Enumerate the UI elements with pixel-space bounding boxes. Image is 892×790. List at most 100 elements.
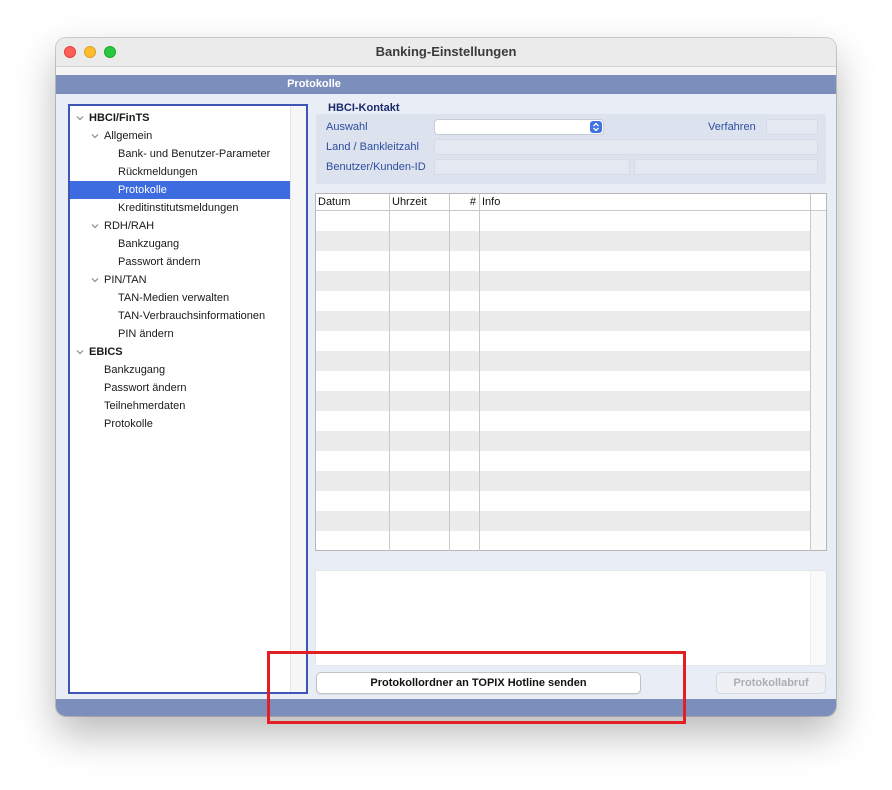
tree-item-label: Rückmeldungen xyxy=(118,166,198,178)
chevron-down-icon[interactable] xyxy=(76,114,84,122)
table-cell xyxy=(450,531,480,551)
chevron-down-icon[interactable] xyxy=(76,348,84,356)
table-cell xyxy=(450,471,480,491)
verfahren-field xyxy=(766,119,818,135)
table-row[interactable] xyxy=(316,211,811,231)
tree-item[interactable]: PIN/TAN xyxy=(70,271,290,289)
table-cell xyxy=(316,271,390,291)
table-cell xyxy=(316,471,390,491)
tree-item-label: Allgemein xyxy=(104,130,153,142)
tree-scrollbar[interactable] xyxy=(290,106,306,692)
table-row[interactable] xyxy=(316,291,811,311)
table-cell xyxy=(480,271,811,291)
tree-item[interactable]: Bankzugang xyxy=(70,235,290,253)
tree-item[interactable]: RDH/RAH xyxy=(70,217,290,235)
table-cell xyxy=(390,271,450,291)
protokollabruf-button[interactable]: Protokollabruf xyxy=(716,672,826,694)
table-cell xyxy=(316,311,390,331)
table-row[interactable] xyxy=(316,431,811,451)
title-bar: Banking-Einstellungen xyxy=(56,38,836,67)
table-cell xyxy=(390,511,450,531)
tree-item-label: Bankzugang xyxy=(104,364,166,376)
chevron-down-icon[interactable] xyxy=(91,276,99,284)
verfahren-label: Verfahren xyxy=(708,121,756,133)
table-cell xyxy=(480,351,811,371)
tree-item[interactable]: Protokolle xyxy=(70,415,290,433)
column-header-info[interactable]: Info xyxy=(480,194,811,211)
table-row[interactable] xyxy=(316,271,811,291)
table-cell xyxy=(316,291,390,311)
table-cell xyxy=(450,391,480,411)
benutzer-id-field xyxy=(434,159,630,175)
chevron-down-icon[interactable] xyxy=(91,132,99,140)
table-cell xyxy=(390,251,450,271)
column-header-number[interactable]: # xyxy=(450,194,480,211)
table-cell xyxy=(316,391,390,411)
tree-item[interactable]: TAN-Verbrauchsinformationen xyxy=(70,307,290,325)
table-cell xyxy=(480,431,811,451)
tree-item[interactable]: Bankzugang xyxy=(70,361,290,379)
tree-item[interactable]: Rückmeldungen xyxy=(70,163,290,181)
table-cell xyxy=(316,411,390,431)
table-cell xyxy=(480,231,811,251)
table-cell xyxy=(316,251,390,271)
table-cell xyxy=(390,491,450,511)
table-row[interactable] xyxy=(316,331,811,351)
column-header-uhrzeit[interactable]: Uhrzeit xyxy=(390,194,450,211)
window-title: Banking-Einstellungen xyxy=(375,44,517,59)
table-cell xyxy=(450,251,480,271)
table-cell xyxy=(390,311,450,331)
tree-item[interactable]: EBICS xyxy=(70,343,290,361)
table-row[interactable] xyxy=(316,231,811,251)
tree-item[interactable]: PIN ändern xyxy=(70,325,290,343)
tree-item-label: TAN-Medien verwalten xyxy=(118,292,230,304)
table-row[interactable] xyxy=(316,451,811,471)
table-row[interactable] xyxy=(316,511,811,531)
table-cell xyxy=(480,531,811,551)
protocol-table[interactable]: Datum Uhrzeit # Info xyxy=(315,193,827,551)
table-row[interactable] xyxy=(316,471,811,491)
chevron-down-icon[interactable] xyxy=(91,222,99,230)
column-header-datum[interactable]: Datum xyxy=(316,194,390,211)
tree-item[interactable]: Allgemein xyxy=(70,127,290,145)
table-cell xyxy=(390,211,450,231)
auswahl-select-value xyxy=(435,124,439,136)
tree-item-label: Passwort ändern xyxy=(104,382,187,394)
table-row[interactable] xyxy=(316,251,811,271)
tree-item-label: Bankzugang xyxy=(118,238,180,250)
table-cell xyxy=(390,331,450,351)
table-cell xyxy=(390,471,450,491)
tree-item[interactable]: Passwort ändern xyxy=(70,379,290,397)
table-row[interactable] xyxy=(316,351,811,371)
settings-tree[interactable]: HBCI/FinTS Allgemein Bank- und Benutzer-Pa… xyxy=(68,104,308,694)
table-row[interactable] xyxy=(316,411,811,431)
table-scrollbar[interactable] xyxy=(810,211,826,550)
table-row[interactable] xyxy=(316,531,811,551)
hbci-contact-panel: Auswahl Verfahren Land / Bankleitzahl Be… xyxy=(316,114,826,184)
auswahl-select[interactable] xyxy=(434,119,604,135)
tree-item[interactable]: Passwort ändern xyxy=(70,253,290,271)
tree-item[interactable]: Bank- und Benutzer-Parameter xyxy=(70,145,290,163)
info-scrollbar[interactable] xyxy=(810,571,826,665)
tree-item-label: Passwort ändern xyxy=(118,256,201,268)
tree-item[interactable]: Teilnehmerdaten xyxy=(70,397,290,415)
tree-item[interactable]: Kreditinstitutsmeldungen xyxy=(70,199,290,217)
table-cell xyxy=(390,451,450,471)
table-cell xyxy=(316,331,390,351)
section-title: Protokolle xyxy=(287,78,341,90)
tree-item[interactable]: Protokolle xyxy=(70,181,290,199)
table-cell xyxy=(316,491,390,511)
table-row[interactable] xyxy=(316,371,811,391)
table-cell xyxy=(480,331,811,351)
table-row[interactable] xyxy=(316,311,811,331)
table-row[interactable] xyxy=(316,491,811,511)
table-cell xyxy=(450,331,480,351)
auswahl-label: Auswahl xyxy=(326,121,368,133)
table-cell xyxy=(480,251,811,271)
table-cell xyxy=(390,531,450,551)
table-cell xyxy=(450,451,480,471)
tree-item[interactable]: TAN-Medien verwalten xyxy=(70,289,290,307)
tree-item[interactable]: HBCI/FinTS xyxy=(70,109,290,127)
table-cell xyxy=(480,491,811,511)
table-row[interactable] xyxy=(316,391,811,411)
